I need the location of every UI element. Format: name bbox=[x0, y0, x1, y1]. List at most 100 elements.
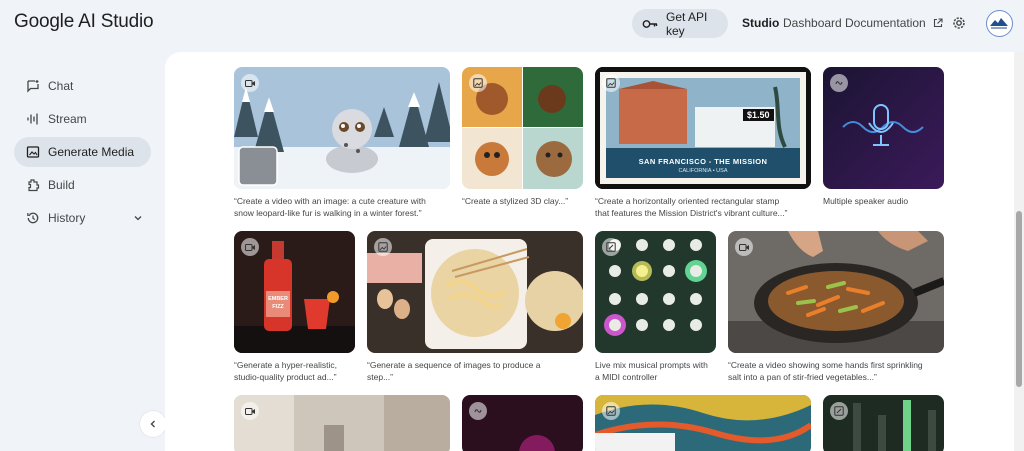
caption-line: Live mix musical prompts with bbox=[595, 360, 708, 370]
audio-wave-icon bbox=[474, 409, 482, 413]
card-caption: “Create a horizontally oriented rectangu… bbox=[595, 195, 787, 219]
caption-line: “Generate a hyper-realistic, bbox=[234, 360, 337, 370]
avatar-mountain-icon bbox=[990, 18, 1008, 29]
card-caption: “Create a video showing some hands first… bbox=[728, 359, 923, 383]
app-logo[interactable]: Google AI Studio bbox=[14, 11, 154, 33]
scrollbar-thumb[interactable] bbox=[1016, 211, 1022, 387]
image-badge bbox=[374, 238, 392, 256]
caption-line: “Create a video showing some hands first… bbox=[728, 360, 923, 370]
card-caption: Multiple speaker audio bbox=[823, 195, 908, 207]
video-badge bbox=[241, 402, 259, 420]
card-caption: “Generate a sequence of images to produc… bbox=[367, 359, 540, 383]
image-icon bbox=[606, 406, 616, 416]
card-thumbnail bbox=[595, 231, 716, 353]
generate-media-icon bbox=[26, 146, 40, 158]
nav-documentation-label: Documentation bbox=[845, 16, 926, 30]
caption-line: “Generate a sequence of images to produc… bbox=[367, 360, 541, 370]
audio-wave-icon bbox=[835, 81, 843, 85]
nav-studio[interactable]: Studio bbox=[742, 16, 779, 30]
video-badge bbox=[241, 238, 259, 256]
app-badge bbox=[602, 238, 620, 256]
card-thumbnail bbox=[234, 67, 450, 189]
caption-line: salt into a pan of stir-fried vegetables… bbox=[728, 372, 877, 382]
image-icon bbox=[606, 78, 616, 88]
stamp-price-tag: $1.50 bbox=[743, 109, 774, 121]
card-thumbnail bbox=[462, 67, 583, 189]
stream-icon bbox=[27, 113, 38, 125]
get-api-key-label: Get API key bbox=[666, 9, 708, 38]
card-thumbnail bbox=[823, 395, 944, 451]
caption-line: “Create a stylized 3D clay...” bbox=[462, 196, 569, 206]
get-api-key-button[interactable]: Get API key bbox=[632, 9, 728, 38]
card-caption: “Generate a hyper-realistic, studio-qual… bbox=[234, 359, 337, 383]
stamp-title-text: SAN FRANCISCO - THE MISSION bbox=[638, 157, 768, 166]
caption-line: a MIDI controller bbox=[595, 372, 658, 382]
audio-badge bbox=[830, 74, 848, 92]
nav-dashboard[interactable]: Dashboard bbox=[783, 16, 842, 30]
pattern-thumbnail-image bbox=[595, 395, 811, 451]
caption-line: snow leopard-like fur is walking in a wi… bbox=[234, 208, 422, 218]
card-thumbnail bbox=[728, 231, 944, 353]
top-header: Google AI Studio Get API key Studio Dash… bbox=[0, 0, 1024, 48]
settings-gear-icon[interactable] bbox=[951, 15, 967, 31]
caption-line: “Create a horizontally oriented rectangu… bbox=[595, 196, 780, 206]
stir-fry-thumbnail-image bbox=[728, 231, 944, 353]
sidebar-item-history[interactable]: History bbox=[14, 203, 151, 233]
card-caption: “Create a stylized 3D clay...” bbox=[462, 195, 568, 207]
sidebar-item-label: History bbox=[48, 211, 86, 225]
chevron-down-icon[interactable] bbox=[133, 213, 143, 223]
video-camera-icon bbox=[244, 407, 255, 415]
history-icon bbox=[27, 212, 39, 224]
image-icon bbox=[473, 78, 483, 88]
sidebar-item-stream[interactable]: Stream bbox=[14, 104, 151, 134]
external-link-icon bbox=[934, 18, 943, 28]
caption-line: that features the Mission District's vib… bbox=[595, 208, 788, 218]
card-thumbnail bbox=[367, 231, 583, 353]
app-badge bbox=[830, 402, 848, 420]
sidebar: Chat Stream Generate Media Build History bbox=[0, 48, 165, 451]
snow-leopard-thumbnail-image bbox=[234, 67, 450, 189]
card-thumbnail: EMBER FIZZ bbox=[234, 231, 355, 353]
image-badge bbox=[602, 74, 620, 92]
image-icon bbox=[378, 242, 388, 252]
sidebar-item-label: Generate Media bbox=[48, 145, 135, 159]
ramen-thumbnail-image bbox=[367, 231, 583, 353]
sidebar-item-label: Build bbox=[48, 178, 75, 192]
sidebar-item-label: Stream bbox=[48, 112, 87, 126]
app-window-icon bbox=[834, 406, 844, 416]
card-thumbnail bbox=[823, 67, 944, 189]
chevron-left-icon bbox=[150, 420, 155, 428]
caption-line: studio-quality product ad...” bbox=[234, 372, 337, 382]
app-window-icon bbox=[606, 242, 616, 252]
card-thumbnail bbox=[462, 395, 583, 451]
nav-documentation[interactable]: Documentation bbox=[845, 16, 943, 30]
collapse-sidebar-button[interactable] bbox=[140, 411, 166, 437]
kitchen-thumbnail-image bbox=[234, 395, 450, 451]
bottle-label-line1: EMBER bbox=[268, 296, 288, 302]
card-thumbnail bbox=[595, 395, 811, 451]
video-camera-icon bbox=[738, 243, 749, 251]
video-camera-icon bbox=[244, 243, 255, 251]
caption-line: step...” bbox=[367, 372, 393, 382]
sidebar-item-chat[interactable]: Chat bbox=[14, 71, 151, 101]
caption-line: “Create a video with an image: a cute cr… bbox=[234, 196, 426, 206]
video-camera-icon bbox=[244, 79, 255, 87]
card-thumbnail bbox=[234, 395, 450, 451]
sidebar-item-build[interactable]: Build bbox=[14, 170, 151, 200]
bottle-label-line2: FIZZ bbox=[272, 304, 284, 310]
video-badge bbox=[241, 74, 259, 92]
sidebar-item-label: Chat bbox=[48, 79, 74, 93]
audio-badge bbox=[469, 402, 487, 420]
image-badge bbox=[602, 402, 620, 420]
media-gallery-panel: “Create a video with an image: a cute cr… bbox=[165, 52, 1024, 451]
chat-icon bbox=[27, 80, 39, 93]
card-thumbnail: $1.50 SAN FRANCISCO - THE MISSION CALIFO… bbox=[595, 67, 811, 189]
card-caption: Live mix musical prompts with a MIDI con… bbox=[595, 359, 708, 383]
sidebar-item-generate-media[interactable]: Generate Media bbox=[14, 137, 151, 167]
build-icon bbox=[28, 179, 40, 192]
key-icon bbox=[642, 19, 658, 28]
image-badge bbox=[469, 74, 487, 92]
user-avatar[interactable] bbox=[986, 10, 1013, 37]
card-caption: “Create a video with an image: a cute cr… bbox=[234, 195, 426, 219]
video-badge bbox=[735, 238, 753, 256]
